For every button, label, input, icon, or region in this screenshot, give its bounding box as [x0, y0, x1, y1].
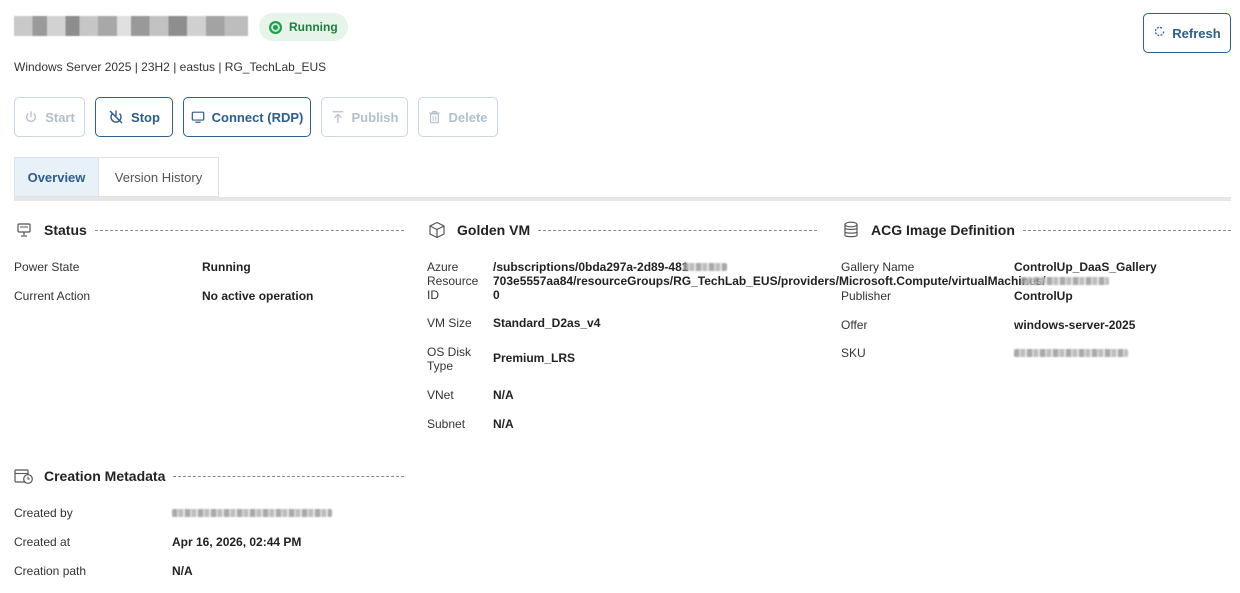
acg-section-title: ACG Image Definition	[871, 222, 1015, 238]
created-by-label: Created by	[14, 506, 73, 520]
subnet-value: N/A	[493, 417, 514, 431]
delete-button[interactable]: Delete	[418, 97, 498, 137]
upload-icon	[331, 110, 345, 124]
current-action-value: No active operation	[202, 289, 314, 303]
connect-rdp-button[interactable]: Connect (RDP)	[183, 97, 311, 137]
azure-resource-id-line3: 0	[493, 288, 500, 302]
status-section-title: Status	[44, 222, 87, 238]
offer-value: windows-server-2025	[1014, 318, 1136, 332]
start-button[interactable]: Start	[14, 97, 85, 137]
vm-name-redacted	[14, 16, 248, 36]
stop-button[interactable]: Stop	[95, 97, 173, 137]
creation-path-value: N/A	[172, 564, 193, 578]
os-disk-type-label: OS Disk Type	[427, 345, 472, 373]
publish-button[interactable]: Publish	[321, 97, 408, 137]
refresh-button[interactable]: Refresh	[1143, 13, 1231, 53]
golden-vm-section-header: Golden VM	[427, 220, 817, 240]
created-at-value: Apr 16, 2026, 02:44 PM	[172, 535, 302, 549]
status-monitor-icon	[14, 220, 34, 240]
creation-metadata-section-title: Creation Metadata	[44, 468, 166, 484]
golden-vm-section-title: Golden VM	[457, 222, 531, 238]
stop-label: Stop	[131, 109, 160, 125]
refresh-icon	[1153, 25, 1166, 41]
monitor-icon	[191, 110, 205, 124]
section-divider	[173, 475, 404, 477]
tab-bar: Overview Version History	[14, 157, 219, 197]
acg-section-header: ACG Image Definition	[841, 220, 1231, 240]
vm-size-value: Standard_D2as_v4	[493, 316, 601, 330]
publisher-value: ControlUp	[1014, 289, 1073, 303]
cube-icon	[427, 220, 447, 240]
created-by-value-redacted	[172, 509, 332, 517]
connect-label: Connect (RDP)	[211, 109, 304, 125]
creation-path-label: Creation path	[14, 564, 87, 578]
database-icon	[841, 220, 861, 240]
azure-resource-id-label: Azure Resource ID	[427, 260, 479, 302]
vm-subtitle: Windows Server 2025 | 23H2 | eastus | RG…	[14, 60, 327, 74]
azure-resource-id-line2: 703e5557aa84/resourceGroups/RG_TechLab_E…	[493, 274, 1046, 288]
status-badge-label: Running	[289, 20, 338, 34]
gallery-name-label: Gallery Name	[841, 260, 915, 274]
vnet-value: N/A	[493, 388, 514, 402]
power-off-icon	[108, 109, 124, 125]
gallery-name-value: ControlUp_DaaS_Gallery	[1014, 260, 1157, 274]
azure-resource-id-line1: /subscriptions/0bda297a-2d89-481	[493, 260, 689, 274]
subnet-label: Subnet	[427, 417, 466, 431]
power-state-value: Running	[202, 260, 251, 274]
current-action-label: Current Action	[14, 289, 91, 303]
created-at-label: Created at	[14, 535, 71, 549]
status-section-header: Status	[14, 220, 404, 240]
start-label: Start	[45, 109, 75, 125]
section-divider	[94, 229, 404, 231]
tab-version-history[interactable]: Version History	[99, 157, 219, 197]
publisher-label: Publisher	[841, 289, 892, 303]
status-badge: Running	[259, 13, 348, 41]
vnet-label: VNet	[427, 388, 454, 402]
section-divider	[1022, 229, 1231, 231]
tab-overview[interactable]: Overview	[14, 157, 99, 197]
creation-metadata-section-header: Creation Metadata	[14, 466, 404, 486]
trash-icon	[428, 110, 441, 124]
offer-label: Offer	[841, 318, 868, 332]
sku-value-redacted	[1014, 349, 1128, 357]
refresh-label: Refresh	[1172, 25, 1221, 41]
calendar-clock-icon	[14, 466, 34, 486]
delete-label: Delete	[448, 109, 488, 125]
section-divider	[538, 229, 817, 231]
os-disk-type-value: Premium_LRS	[493, 351, 576, 365]
tab-divider	[14, 197, 1231, 201]
vm-size-label: VM Size	[427, 316, 472, 330]
redacted-text	[683, 263, 727, 271]
publish-label: Publish	[351, 109, 399, 125]
sku-label: SKU	[841, 346, 866, 360]
redacted-text	[1021, 277, 1109, 285]
power-state-label: Power State	[14, 260, 80, 274]
power-icon	[24, 110, 38, 124]
running-dot-icon	[269, 20, 282, 34]
